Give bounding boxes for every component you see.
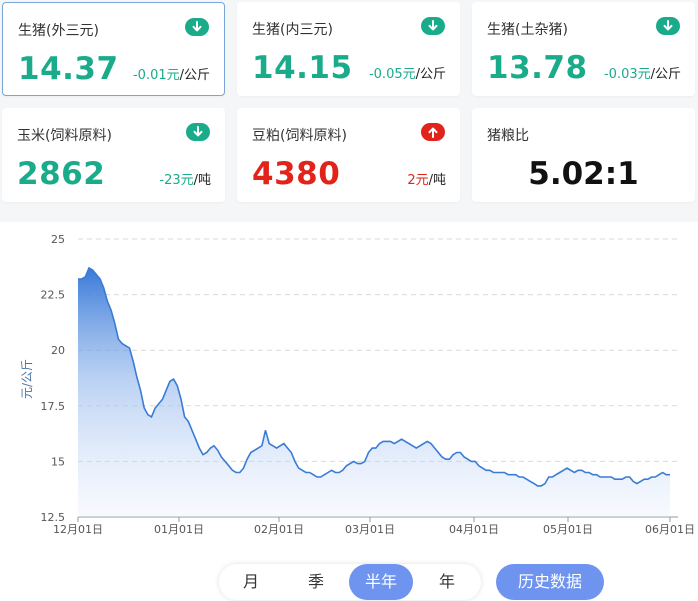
y-tick-label: 15 xyxy=(51,455,65,468)
bottom-controls: 月 季 半年 年 历史数据 xyxy=(0,542,698,601)
period-option-year[interactable]: 年 xyxy=(415,564,479,600)
card-name: 猪粮比 xyxy=(487,128,529,144)
card-name: 玉米(饲料原料) xyxy=(17,128,112,144)
card-name: 生猪(土杂猪) xyxy=(487,22,568,38)
price-card-pig-local[interactable]: 生猪(土杂猪) 13.78 -0.03元/公斤 xyxy=(472,2,695,96)
card-name: 生猪(内三元) xyxy=(252,22,333,38)
y-tick-label: 17.5 xyxy=(41,400,66,413)
card-change: -0.01元/公斤 xyxy=(132,68,210,83)
history-data-button[interactable]: 历史数据 xyxy=(496,564,604,600)
card-name: 豆粕(饲料原料) xyxy=(252,128,347,144)
card-price: 14.37 xyxy=(18,51,119,87)
card-price: 14.15 xyxy=(252,50,353,86)
arrow-down-circle-icon xyxy=(185,18,209,36)
ratio-card-pig-grain[interactable]: 猪粮比 5.02:1 xyxy=(472,108,695,202)
price-chart[interactable]: 12.5 15 17.5 20 22.5 25 12月01日 01月01日 02月01日 03月… xyxy=(0,222,698,542)
ratio-value: 5.02:1 xyxy=(528,156,639,192)
card-change: -0.05元/公斤 xyxy=(368,67,446,82)
arrow-down-circle-icon xyxy=(186,123,210,141)
y-tick-label: 20 xyxy=(51,344,65,357)
y-tick-label: 22.5 xyxy=(41,289,66,302)
period-selector: 月 季 半年 年 xyxy=(219,564,481,600)
arrow-up-circle-icon xyxy=(421,123,445,141)
x-tick-label: 05月01日 xyxy=(543,523,593,536)
card-change: -0.03元/公斤 xyxy=(603,67,681,82)
x-tick-label: 01月01日 xyxy=(154,523,204,536)
period-option-half-year[interactable]: 半年 xyxy=(349,564,413,600)
card-price: 13.78 xyxy=(487,50,588,86)
period-option-quarter[interactable]: 季 xyxy=(284,564,348,600)
x-tick-label: 06月01日 xyxy=(645,523,695,536)
price-card-pig-outer[interactable]: 生猪(外三元) 14.37 -0.01元/公斤 xyxy=(2,2,225,96)
y-axis-label: 元/公斤 xyxy=(20,359,34,399)
card-name: 生猪(外三元) xyxy=(18,23,99,39)
page: 生猪(外三元) 14.37 -0.01元/公斤 生猪(内三元) 14.15 -0… xyxy=(0,0,698,601)
card-price: 2862 xyxy=(17,156,106,192)
x-tick-label: 03月01日 xyxy=(345,523,395,536)
price-card-soymeal[interactable]: 豆粕(饲料原料) 4380 2元/吨 xyxy=(237,108,460,202)
card-price: 4380 xyxy=(252,156,341,192)
arrow-down-circle-icon xyxy=(656,17,680,35)
card-change: 2元/吨 xyxy=(407,173,446,188)
x-tick-label: 04月01日 xyxy=(449,523,499,536)
price-chart-svg[interactable]: 12.51517.52022.525 12月01日 01月01日 02月01日 03月… xyxy=(0,222,698,542)
period-option-month[interactable]: 月 xyxy=(219,564,283,600)
x-tick-label: 12月01日 xyxy=(53,523,103,536)
arrow-down-circle-icon xyxy=(421,17,445,35)
y-tick-label: 25 xyxy=(51,233,65,246)
x-tick-label: 02月01日 xyxy=(254,523,304,536)
price-card-pig-inner[interactable]: 生猪(内三元) 14.15 -0.05元/公斤 xyxy=(237,2,460,96)
card-change: -23元/吨 xyxy=(159,173,211,188)
price-area xyxy=(78,267,670,517)
price-card-corn[interactable]: 玉米(饲料原料) 2862 -23元/吨 xyxy=(2,108,225,202)
